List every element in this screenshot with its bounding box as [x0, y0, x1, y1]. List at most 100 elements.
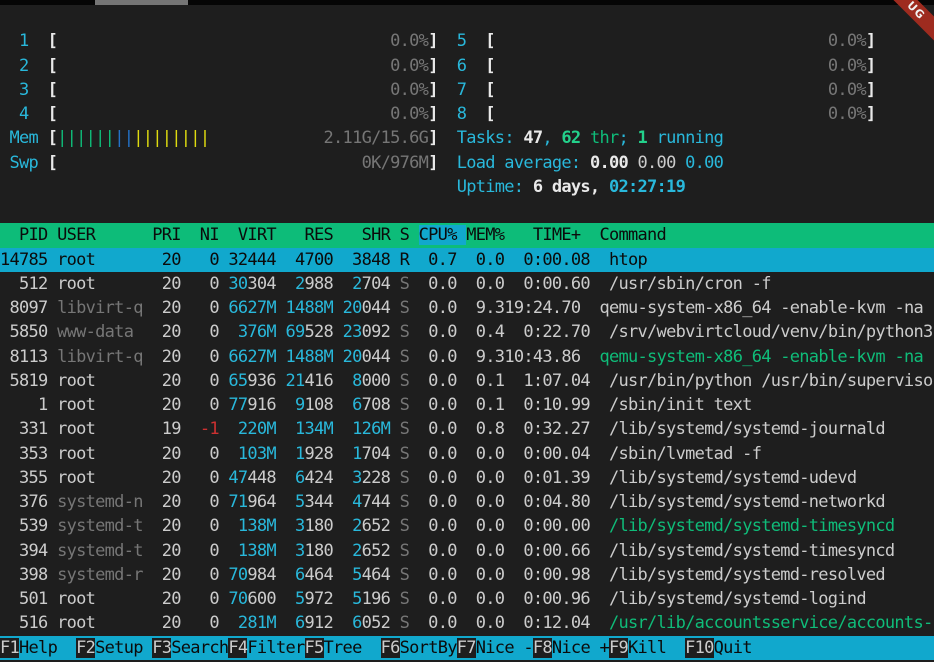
blank-row	[0, 199, 934, 223]
process-row-376[interactable]: 376 systemd-n 20 0 71964 5344 4744 S 0.0…	[0, 490, 934, 514]
process-row-539[interactable]: 539 systemd-t 20 0 138M 3180 2652 S 0.0 …	[0, 514, 934, 538]
text-run: 3	[352, 468, 362, 488]
text-run: 512 root 20 0	[0, 274, 228, 294]
process-row-5850[interactable]: 5850 www-data 20 0 376M 69528 23092 S 0.…	[0, 320, 934, 344]
text-run: S	[400, 371, 410, 391]
text-run: ||||||||	[133, 128, 209, 148]
text-run: CPU%	[419, 225, 467, 245]
text-run: 3	[295, 541, 305, 561]
text-run: 984	[247, 565, 295, 585]
text-run: S	[400, 274, 410, 294]
text-run: S	[400, 613, 410, 633]
process-row-355[interactable]: 355 root 20 0 47448 6424 3228 S 0.0 0.0 …	[0, 466, 934, 490]
text-run: 69	[285, 322, 304, 342]
text-run: 376	[0, 492, 57, 512]
text-run: 0.0 0.1 1:07.04 /usr/bin/python /usr/bin…	[409, 371, 932, 391]
process-row-8113[interactable]: 8113 libvirt-q 20 0 6627M 1488M 20044 S …	[0, 345, 934, 369]
process-row-8097[interactable]: 8097 libvirt-q 20 0 6627M 1488M 20044 S …	[0, 296, 934, 320]
text-run: 47	[523, 128, 542, 148]
text-run: ]	[866, 31, 876, 51]
text-run: 424	[304, 468, 352, 488]
text-run: 6627M	[228, 347, 276, 367]
text-run	[57, 80, 390, 100]
f5-label[interactable]: Tree	[324, 638, 381, 658]
text-run: 19:24.70	[504, 298, 599, 318]
text-run	[276, 444, 295, 464]
f7-label[interactable]: Nice -	[476, 638, 533, 658]
f2-key[interactable]: F2	[76, 638, 95, 658]
text-run: ;	[619, 128, 638, 148]
process-row-14785[interactable]: 14785 root 20 0 32444 4700 3848 R 0.7 0.…	[0, 248, 934, 272]
cpu-meter-row-1-5: 1 [ 0.0%] 5 [ 0.0%]	[0, 29, 934, 53]
f8-label[interactable]: Nice +	[552, 638, 609, 658]
text-run: 044	[362, 347, 400, 367]
text-run: [	[48, 31, 58, 51]
text-run: 10:43.86	[504, 347, 599, 367]
f6-key[interactable]: F6	[381, 638, 400, 658]
text-run: S	[400, 347, 410, 367]
text-run	[333, 347, 343, 367]
process-row-394[interactable]: 394 systemd-t 20 0 138M 3180 2652 S 0.0 …	[0, 539, 934, 563]
text-run: Load average:	[457, 153, 590, 173]
text-run: 0.0 0.0 0:00.98 /lib/systemd/systemd-res…	[409, 565, 885, 585]
process-row-512[interactable]: 512 root 20 0 30304 2988 2704 S 0.0 0.0 …	[0, 272, 934, 296]
text-run: PID USER PRI NI VIRT RES SHR S	[0, 225, 419, 245]
process-row-1[interactable]: 1 root 20 0 77916 9108 6708 S 0.0 0.1 0:…	[0, 393, 934, 417]
f3-key[interactable]: F3	[152, 638, 171, 658]
process-row-331[interactable]: 331 root 19 -1 220M 134M 126M S 0.0 0.8 …	[0, 417, 934, 441]
text-run: 8	[438, 104, 486, 124]
text-run: 0.00	[590, 153, 638, 173]
text-run: 138M	[228, 516, 276, 536]
text-run: [	[48, 56, 58, 76]
text-run: www-data	[57, 322, 152, 342]
text-run: 20 0	[152, 347, 228, 367]
text-run: 30	[228, 274, 247, 294]
f6-label[interactable]: SortBy	[400, 638, 457, 658]
f7-key[interactable]: F7	[457, 638, 476, 658]
text-run: 0.0 0.8 0:32.27 /lib/systemd/systemd-jou…	[409, 419, 885, 439]
text-run: 20 0	[152, 565, 228, 585]
text-run	[495, 80, 828, 100]
process-row-398[interactable]: 398 systemd-r 20 0 70984 6464 5464 S 0.0…	[0, 563, 934, 587]
f5-key[interactable]: F5	[305, 638, 324, 658]
text-run	[495, 56, 828, 76]
function-key-bar[interactable]: F1Help F2Setup F3SearchF4FilterF5Tree F6…	[0, 636, 934, 660]
f4-label[interactable]: Filter	[247, 638, 304, 658]
text-run: 126M	[352, 419, 390, 439]
f10-key[interactable]: F10	[685, 638, 714, 658]
table-header-row[interactable]: PID USER PRI NI VIRT RES SHR S CPU% MEM%…	[0, 223, 934, 247]
text-run	[57, 56, 390, 76]
process-row-5819[interactable]: 5819 root 20 0 65936 21416 8000 S 0.0 0.…	[0, 369, 934, 393]
process-row-353[interactable]: 353 root 20 0 103M 1928 1704 S 0.0 0.0 0…	[0, 442, 934, 466]
text-run: 052	[362, 613, 400, 633]
f1-label[interactable]: Help	[19, 638, 76, 658]
text-run: ]	[866, 80, 876, 100]
f4-key[interactable]: F4	[228, 638, 247, 658]
text-run: [	[485, 31, 495, 51]
f2-label[interactable]: Setup	[95, 638, 152, 658]
f1-key[interactable]: F1	[0, 638, 19, 658]
text-run: MEM% TIME+ Command	[466, 225, 666, 245]
process-row-516[interactable]: 516 root 20 0 281M 6912 6052 S 0.0 0.0 0…	[0, 611, 934, 635]
text-run: 5850	[0, 322, 57, 342]
text-run	[333, 298, 343, 318]
f10-label[interactable]: Quit	[714, 638, 771, 658]
text-run	[333, 322, 343, 342]
f9-key[interactable]: F9	[609, 638, 628, 658]
text-run: 704	[362, 444, 400, 464]
process-row-501[interactable]: 501 root 20 0 70600 5972 5196 S 0.0 0.0 …	[0, 587, 934, 611]
text-run: 20 0	[152, 492, 228, 512]
text-run: ]	[428, 104, 438, 124]
text-run: 3	[295, 516, 305, 536]
text-run: 376M	[228, 322, 276, 342]
f3-label[interactable]: Search	[171, 638, 228, 658]
text-run: 47	[228, 468, 247, 488]
text-run	[57, 153, 361, 173]
text-run: S	[400, 492, 410, 512]
text-run: 6627M	[228, 298, 276, 318]
text-run: 528	[305, 322, 334, 342]
f8-key[interactable]: F8	[533, 638, 552, 658]
cpu-meter-row-2-6: 2 [ 0.0%] 6 [ 0.0%]	[0, 54, 934, 78]
f9-label[interactable]: Kill	[628, 638, 685, 658]
text-run: 0.0 9.3	[409, 347, 504, 367]
